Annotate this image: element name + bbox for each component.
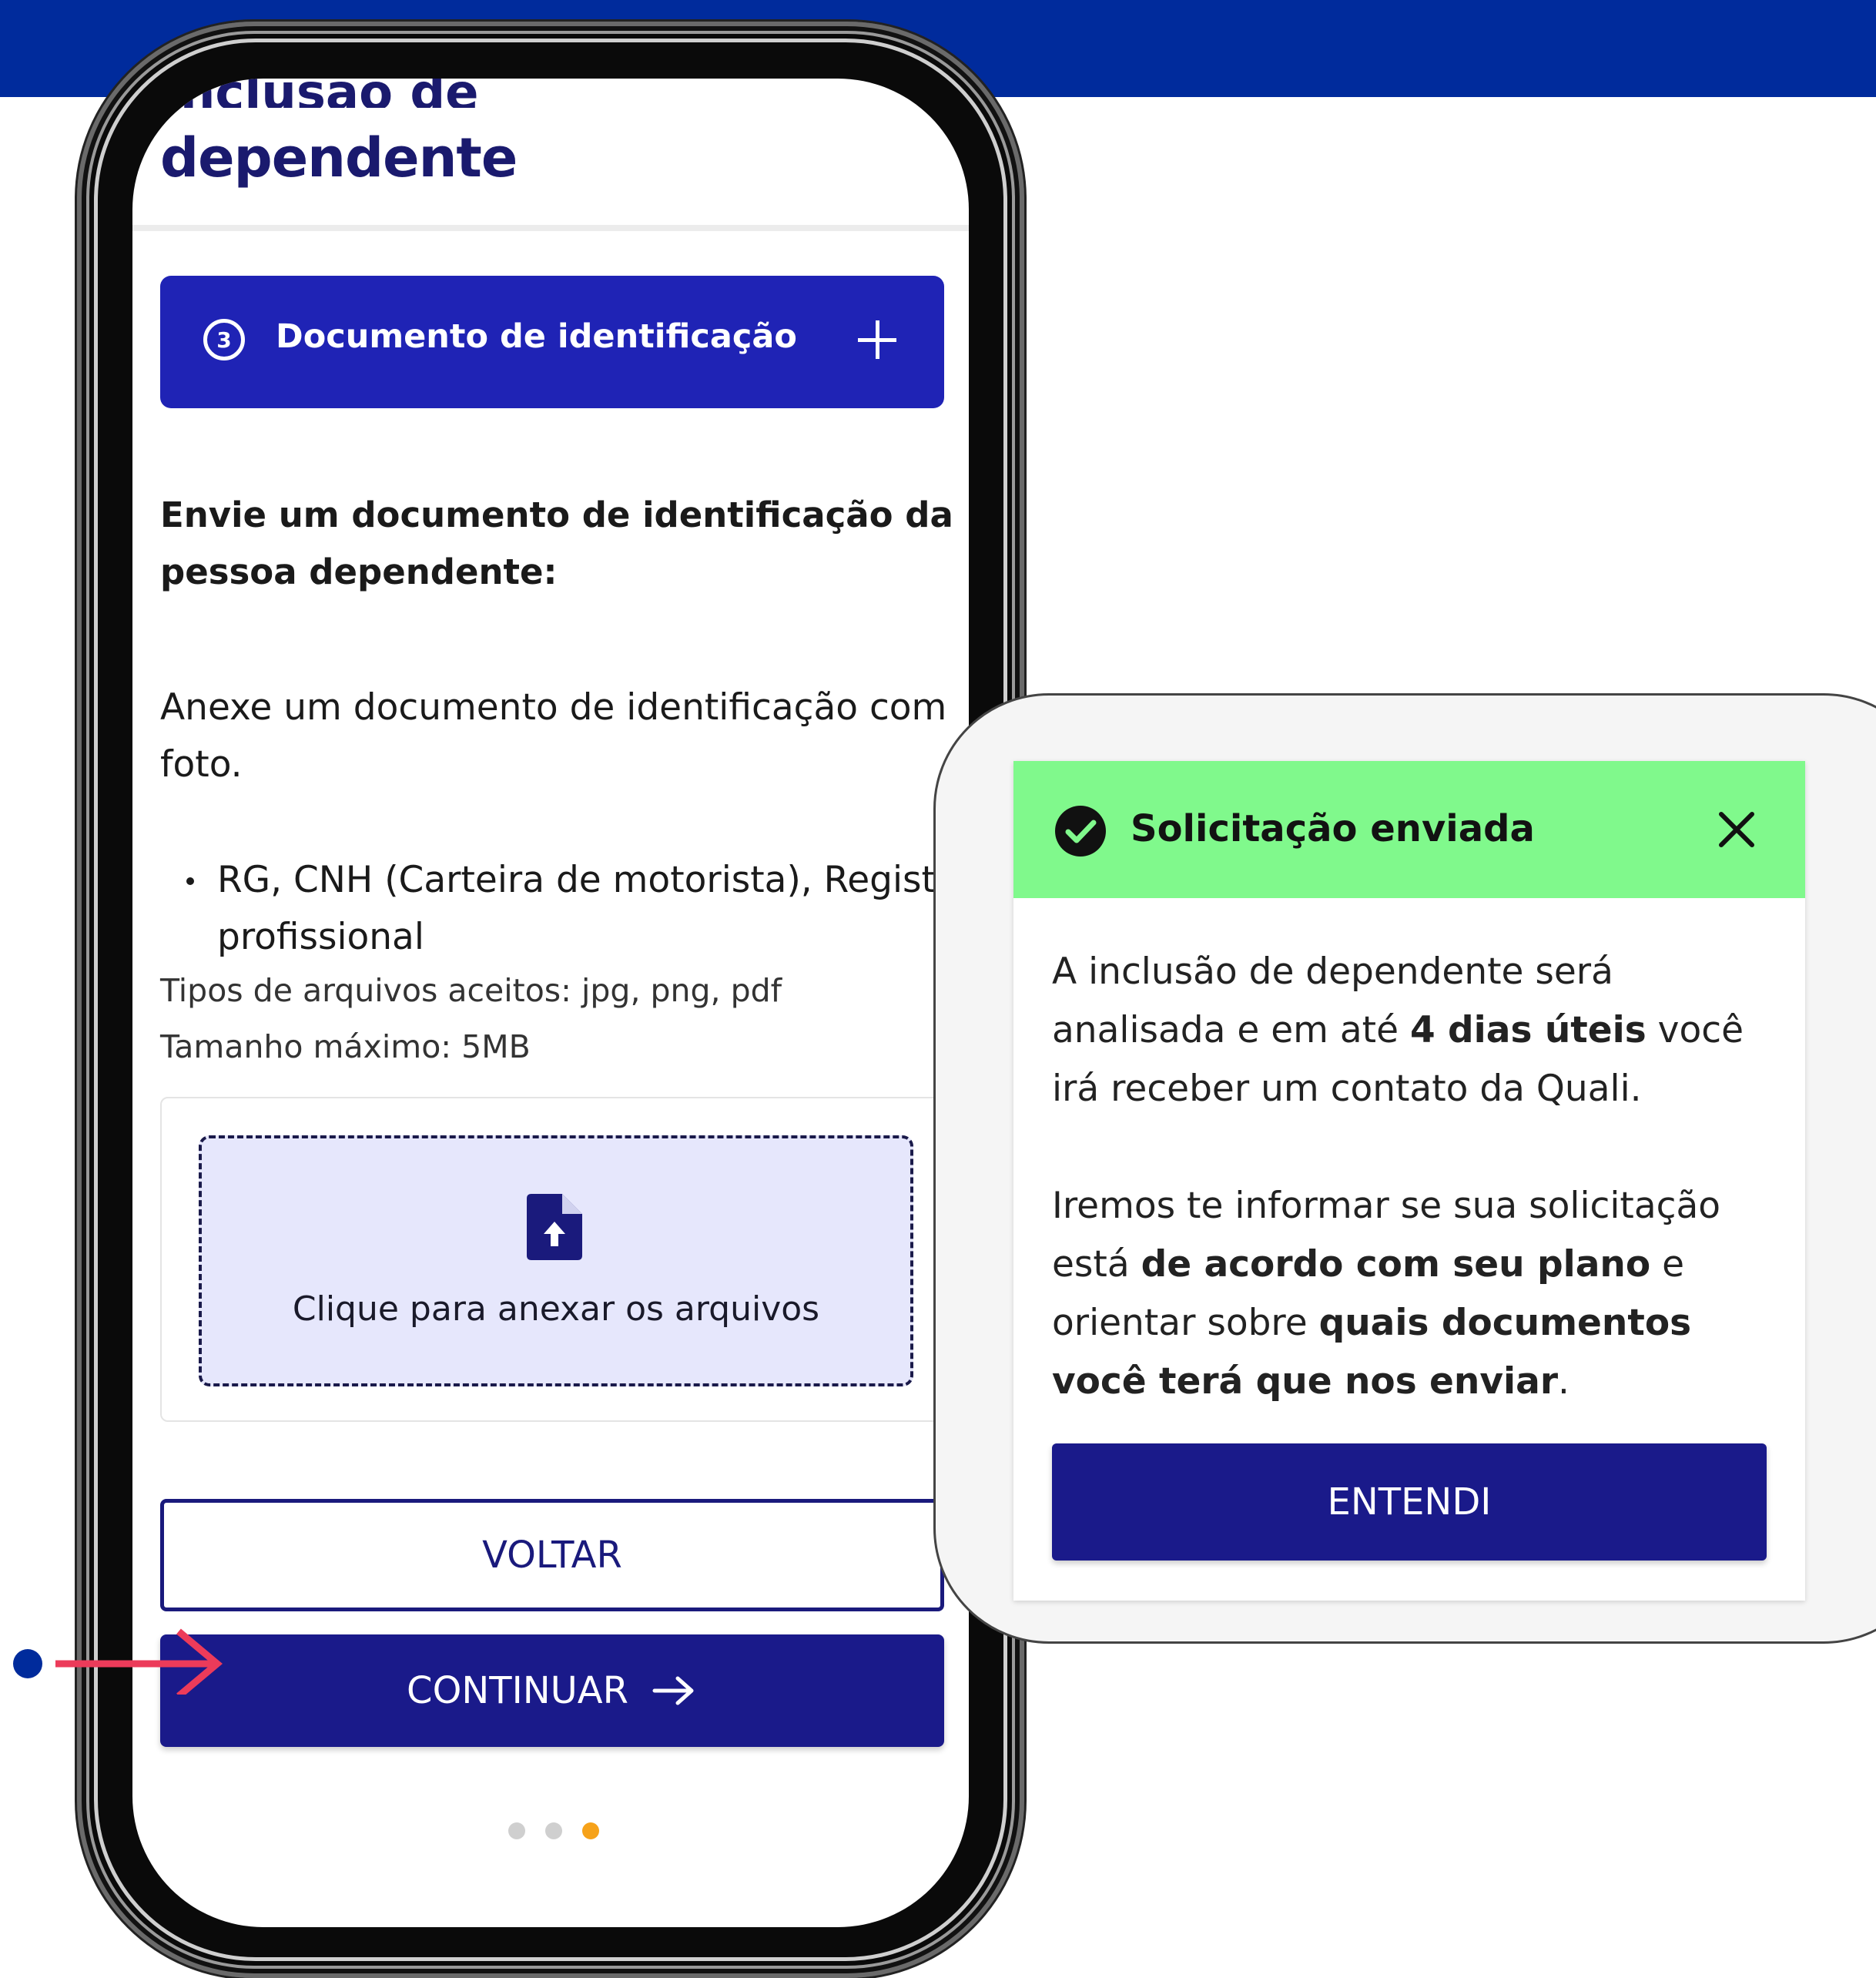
title-partial-mask: Inclusão de: [132, 79, 969, 108]
bullet-icon: [186, 877, 194, 885]
pagination-dots: [508, 1822, 599, 1839]
modal-message-1: A inclusão de dependente será analisada …: [1052, 950, 1744, 1110]
page-title: dependente: [160, 126, 518, 189]
modal-header: Solicitação enviada: [1013, 761, 1805, 898]
success-modal: Solicitação enviada A inclusão de depend…: [1013, 761, 1805, 1601]
step-number-badge: 3: [203, 319, 245, 360]
step-accordion-header[interactable]: 3 Documento de identificação: [160, 276, 944, 408]
instructions-heading: Envie um documento de identificação da p…: [160, 494, 953, 592]
arrow-right-icon: [652, 1676, 694, 1705]
list-item-text-continued: profissional: [217, 916, 424, 958]
close-icon[interactable]: [1717, 810, 1756, 849]
continue-label: CONTINUAR: [407, 1669, 628, 1712]
list-item-text: RG, CNH (Carteira de motorista), Registr…: [217, 859, 969, 901]
phone-screen: Inclusão de dependente 3 Documento de id…: [132, 79, 969, 1927]
upload-card: Clique para anexar os arquivos: [160, 1097, 969, 1422]
continue-button[interactable]: CONTINUAR: [160, 1634, 944, 1747]
divider: [132, 225, 969, 231]
file-dropzone[interactable]: Clique para anexar os arquivos: [199, 1135, 913, 1386]
accepted-file-types: Tipos de arquivos aceitos: jpg, png, pdf: [160, 972, 782, 1009]
pagination-dot-active: [582, 1822, 599, 1839]
modal-message-2: Iremos te informar se sua solicitação es…: [1052, 1185, 1721, 1403]
pagination-dot: [508, 1822, 525, 1839]
pointer-arrow-icon: [13, 1628, 223, 1695]
modal-title: Solicitação enviada: [1131, 807, 1535, 850]
back-button[interactable]: VOLTAR: [160, 1499, 944, 1611]
max-file-size: Tamanho máximo: 5MB: [160, 1028, 531, 1065]
step-label: Documento de identificação: [276, 317, 797, 356]
confirm-button[interactable]: ENTENDI: [1052, 1443, 1767, 1561]
pagination-dot: [545, 1822, 562, 1839]
page-title-partial: Inclusão de: [162, 79, 479, 108]
plus-icon[interactable]: [858, 320, 896, 359]
file-upload-icon: [527, 1194, 582, 1260]
check-circle-icon: [1055, 806, 1106, 857]
instructions-text: Anexe um documento de identificação com …: [160, 686, 947, 786]
upload-label: Clique para anexar os arquivos: [292, 1289, 820, 1329]
